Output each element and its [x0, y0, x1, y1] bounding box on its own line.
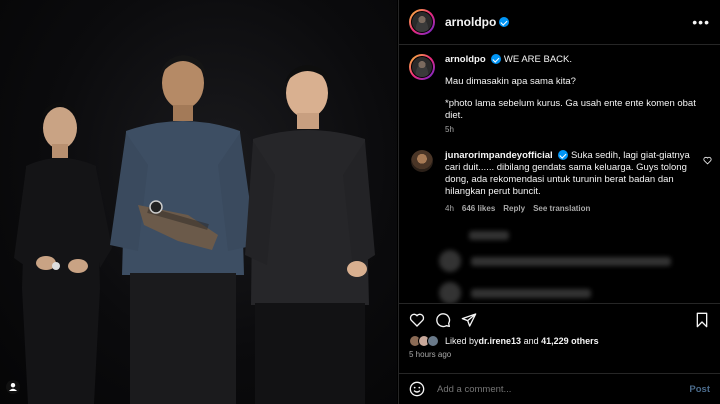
comment-item: junarorimpandeyofficial Suka sedih, lagi…	[399, 136, 720, 215]
emoji-icon[interactable]	[409, 381, 425, 397]
see-translation-button[interactable]: See translation	[533, 203, 590, 215]
author-avatar[interactable]	[409, 9, 435, 35]
caption-line: *photo lama sebelum kurus. Ga usah ente …	[445, 98, 696, 121]
comment-input[interactable]	[437, 383, 690, 395]
person-woman-figure	[14, 102, 112, 404]
author-username[interactable]: arnoldpo	[445, 15, 496, 29]
share-send-icon[interactable]	[461, 312, 477, 328]
caption-line: Mau dimasakin apa sama kita?	[445, 76, 576, 87]
caption-avatar[interactable]	[409, 54, 435, 80]
liker-username[interactable]: dr.irene13	[479, 336, 522, 346]
comment-bubble-icon[interactable]	[435, 312, 451, 328]
more-horizontal-icon[interactable]: •••	[692, 14, 710, 30]
commenter-avatar[interactable]	[411, 150, 433, 172]
caption-title: WE ARE BACK.	[503, 54, 573, 65]
post-side-panel: arnoldpo ••• arnoldpo WE ARE BACK. Mau d…	[398, 0, 720, 404]
post-caption: arnoldpo WE ARE BACK. Mau dimasakin apa …	[399, 46, 720, 136]
reply-button[interactable]: Reply	[503, 203, 525, 215]
post-actions: Liked by dr.irene13 and 41,229 others 5 …	[399, 303, 720, 373]
post-comment-button[interactable]: Post	[689, 384, 710, 395]
tagged-user-icon[interactable]	[6, 380, 20, 394]
liker-avatars	[409, 335, 439, 347]
verified-badge-icon	[491, 54, 502, 65]
comment-heart-icon[interactable]	[703, 156, 712, 165]
person-man-right-figure	[245, 65, 375, 404]
comment-likes[interactable]: 646 likes	[462, 203, 495, 215]
likes-summary[interactable]: Liked by dr.irene13 and 41,229 others	[399, 328, 720, 347]
commenter-username[interactable]: junarorimpandeyofficial	[445, 150, 553, 161]
verified-badge-icon	[499, 17, 510, 27]
blurred-comments	[399, 215, 720, 303]
caption-time: 5h	[445, 125, 454, 134]
like-heart-icon[interactable]	[409, 312, 425, 328]
post-time-ago: 5 hours ago	[409, 350, 452, 359]
post-header: arnoldpo •••	[399, 0, 720, 45]
likes-prefix: Liked by	[445, 336, 479, 346]
add-comment-bar: Post	[399, 373, 720, 404]
caption-username[interactable]: arnoldpo	[445, 54, 486, 65]
comment-time: 4h	[445, 204, 454, 213]
verified-badge-icon	[558, 150, 569, 161]
comments-section: arnoldpo WE ARE BACK. Mau dimasakin apa …	[399, 46, 720, 303]
bookmark-icon[interactable]	[694, 312, 710, 328]
person-man-center-figure	[110, 55, 256, 404]
likes-middle: and	[521, 336, 542, 346]
post-photo[interactable]	[0, 0, 397, 404]
likes-count[interactable]: 41,229 others	[541, 336, 599, 346]
